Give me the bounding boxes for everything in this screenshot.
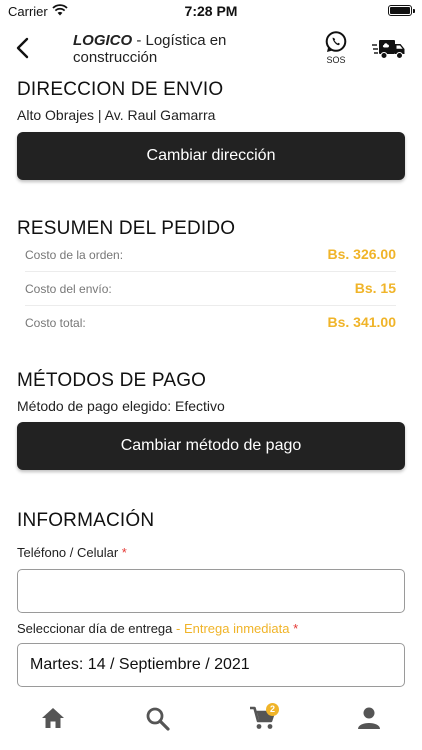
summary-row-order-cost: Costo de la orden: Bs. 326.00 — [25, 238, 396, 272]
total-cost-label: Costo total: — [25, 316, 86, 330]
delivery-field-label: Seleccionar día de entrega - Entrega inm… — [17, 621, 298, 636]
cart-count-badge: 2 — [266, 703, 279, 716]
order-cost-value: Bs. 326.00 — [327, 246, 397, 262]
phone-field-label: Teléfono / Celular * — [17, 545, 127, 560]
sos-label: SOS — [326, 55, 346, 65]
summary-title: RESUMEN DEL PEDIDO — [17, 218, 236, 239]
brand-name: LOGICO — [73, 32, 133, 49]
shipping-cost-label: Costo del envío: — [25, 282, 112, 296]
whatsapp-icon — [325, 31, 347, 52]
required-mark: * — [293, 621, 299, 636]
info-title: INFORMACIÓN — [17, 510, 155, 531]
summary-row-shipping-cost: Costo del envío: Bs. 15 — [25, 272, 396, 306]
profile-icon[interactable] — [354, 704, 384, 732]
search-icon[interactable] — [143, 704, 173, 732]
delivery-label-text: Seleccionar día de entrega — [17, 621, 173, 636]
battery-icon — [388, 5, 415, 16]
shipping-address: Alto Obrajes | Av. Raul Gamarra — [17, 107, 216, 123]
order-cost-label: Costo de la orden: — [25, 248, 124, 262]
payment-title: MÉTODOS DE PAGO — [17, 370, 207, 391]
whatsapp-sos-button[interactable]: SOS — [322, 30, 350, 68]
phone-input[interactable] — [17, 569, 405, 613]
status-bar: Carrier 7:28 PM — [0, 0, 422, 22]
summary-row-total-cost: Costo total: Bs. 341.00 — [25, 306, 396, 340]
home-icon[interactable] — [38, 704, 68, 732]
change-address-button[interactable]: Cambiar dirección — [17, 132, 405, 180]
header: LOGICO - Logística en construcción SOS — [0, 22, 422, 72]
tab-bar — [0, 692, 422, 750]
total-cost-value: Bs. 341.00 — [327, 314, 397, 330]
shipping-title: DIRECCION DE ENVIO — [17, 79, 224, 100]
required-mark: * — [121, 545, 127, 560]
change-payment-button[interactable]: Cambiar método de pago — [17, 422, 405, 470]
delivery-hint: - Entrega inmediata — [176, 621, 290, 636]
delivery-date-value: Martes: 14 / Septiembre / 2021 — [30, 656, 250, 673]
delivery-truck-icon[interactable] — [372, 36, 406, 60]
delivery-date-select[interactable]: Martes: 14 / Septiembre / 2021 — [17, 643, 405, 687]
status-time: 7:28 PM — [184, 3, 238, 19]
back-arrow-icon[interactable] — [12, 34, 36, 62]
shipping-cost-value: Bs. 15 — [354, 280, 396, 296]
phone-label-text: Teléfono / Celular — [17, 545, 119, 560]
header-title: LOGICO - Logística en construcción — [73, 32, 283, 66]
payment-chosen-text: Método de pago elegido: Efectivo — [17, 398, 225, 414]
